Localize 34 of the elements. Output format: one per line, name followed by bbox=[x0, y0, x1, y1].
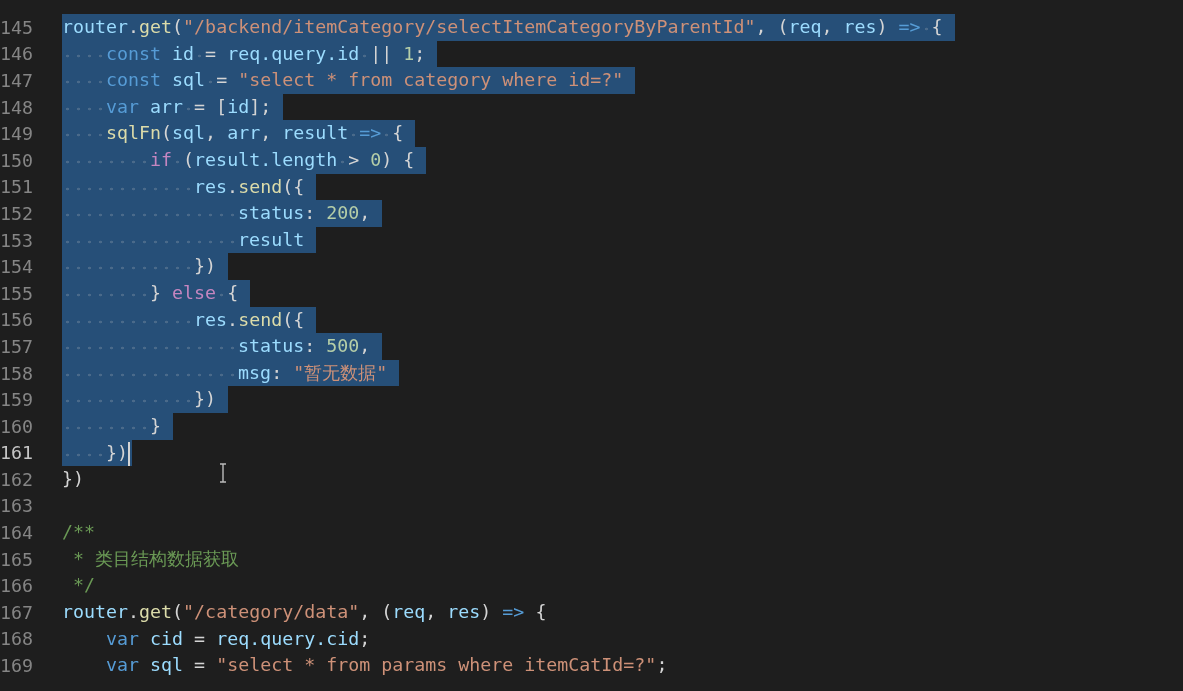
line-number: 165 bbox=[0, 548, 32, 570]
code-line: var cid = req.query.cid; bbox=[105, 626, 371, 651]
code-line: var sql = "select * from params where itemCatId=?"; bbox=[105, 653, 668, 678]
code-line: * 类目结构数据获取 bbox=[72, 546, 240, 571]
line-number: 166 bbox=[0, 575, 32, 597]
line-number: 155 bbox=[0, 282, 32, 304]
line-number: 152 bbox=[0, 202, 32, 224]
line-number: 148 bbox=[0, 96, 32, 118]
line-number: 151 bbox=[0, 176, 32, 198]
line-number: 154 bbox=[0, 256, 32, 278]
code-line: */ bbox=[72, 573, 96, 598]
line-number: 163 bbox=[0, 495, 32, 517]
line-number: 147 bbox=[0, 70, 32, 91]
text-caret bbox=[128, 441, 131, 466]
line-number: 157 bbox=[0, 335, 32, 357]
line-number: 159 bbox=[0, 389, 32, 411]
line-number: 168 bbox=[0, 628, 32, 650]
line-number: 145 bbox=[0, 16, 32, 38]
line-number: 169 bbox=[0, 655, 32, 677]
line-number: 156 bbox=[0, 309, 32, 331]
code-line: router.get("/category/data", (req, res) => { bbox=[62, 600, 547, 625]
code-line: /** bbox=[62, 520, 96, 545]
line-number: 160 bbox=[0, 415, 32, 437]
line-number: 150 bbox=[0, 149, 32, 171]
code-line: }) bbox=[62, 467, 84, 492]
line-number: 153 bbox=[0, 229, 32, 251]
text-cursor-icon bbox=[218, 463, 228, 483]
line-number: 146 bbox=[0, 43, 32, 65]
line-number: 162 bbox=[0, 468, 32, 490]
line-number: 164 bbox=[0, 522, 32, 544]
line-number: 158 bbox=[0, 362, 32, 384]
line-number: 167 bbox=[0, 601, 32, 623]
line-number: 149 bbox=[0, 123, 32, 145]
line-number: 161 bbox=[0, 442, 32, 464]
